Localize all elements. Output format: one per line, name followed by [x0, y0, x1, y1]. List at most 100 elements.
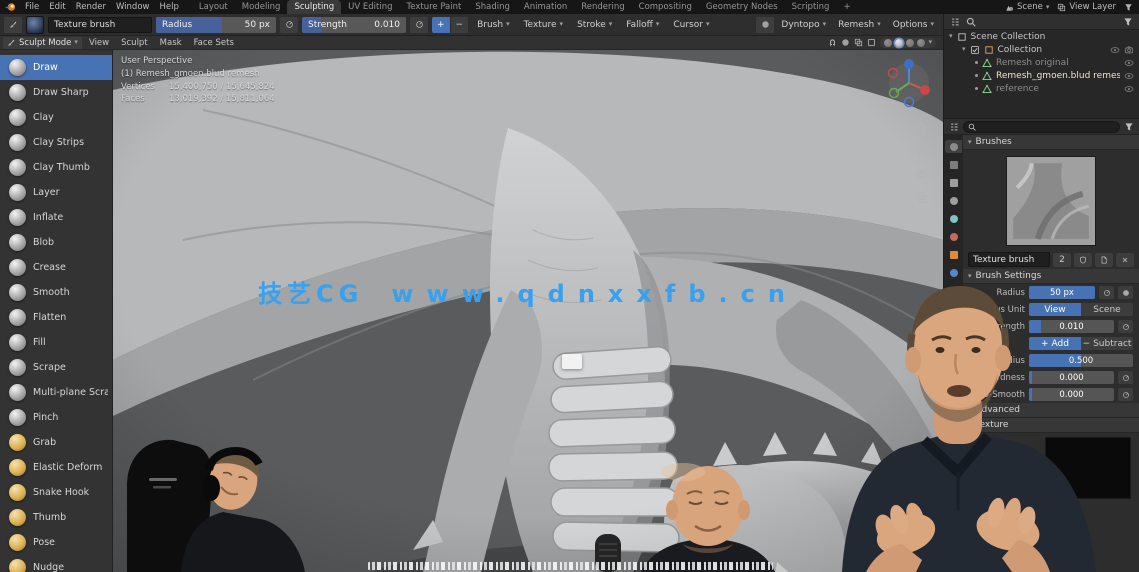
- strength-slider[interactable]: Strength 0.010: [302, 16, 406, 33]
- tool-item-elastic-deform[interactable]: Elastic Deform: [0, 455, 112, 480]
- workspace-tab-modeling[interactable]: Modeling: [235, 0, 288, 14]
- workspace-tab-rendering[interactable]: Rendering: [574, 0, 631, 14]
- scene-selector[interactable]: Scene ▾: [1005, 2, 1049, 12]
- mode-selector[interactable]: Sculpt Mode ▾: [3, 36, 82, 49]
- snap-magnet-icon[interactable]: [828, 38, 837, 47]
- properties-editor-icon[interactable]: [949, 122, 959, 132]
- brush-dropdown[interactable]: Brush ▾: [472, 20, 515, 30]
- users-count-button[interactable]: 2: [1053, 252, 1071, 267]
- tool-item-grab[interactable]: Grab: [0, 430, 112, 455]
- navigation-gizmo[interactable]: [887, 56, 931, 110]
- radius-pressure-button[interactable]: [280, 16, 298, 33]
- fake-user-button[interactable]: [1074, 252, 1092, 267]
- sphere-toggle-button[interactable]: [756, 16, 775, 33]
- tab-output[interactable]: [945, 176, 962, 189]
- editor-type-button[interactable]: [4, 16, 22, 33]
- workspace-tab-texture-paint[interactable]: Texture Paint: [400, 0, 469, 14]
- render-visibility-icon[interactable]: [1124, 45, 1134, 55]
- tool-item-layer[interactable]: Layer: [0, 180, 112, 205]
- tab-render[interactable]: [945, 158, 962, 171]
- active-brush-thumbnail[interactable]: [26, 15, 44, 34]
- tool-item-crease[interactable]: Crease: [0, 255, 112, 280]
- new-datablock-button[interactable]: [1095, 252, 1113, 267]
- menu-help[interactable]: Help: [154, 0, 183, 14]
- viewport-menu-view[interactable]: View: [84, 38, 114, 48]
- radius-extra-button[interactable]: [1118, 286, 1133, 299]
- hide-eye-icon[interactable]: [1110, 45, 1120, 55]
- overlays-toggle-icon[interactable]: [854, 38, 863, 47]
- workspace-tab-geometry-nodes[interactable]: Geometry Nodes: [699, 0, 785, 14]
- shading-rendered-button[interactable]: [917, 38, 926, 47]
- outliner-row-collection[interactable]: ▾ Collection: [944, 43, 1139, 56]
- menu-edit[interactable]: Edit: [44, 0, 70, 14]
- shading-wireframe-button[interactable]: [884, 38, 893, 47]
- remesh-dropdown[interactable]: Remesh ▾: [833, 20, 886, 30]
- outliner-display-mode-icon[interactable]: [950, 17, 960, 27]
- strength-pressure-button[interactable]: [410, 16, 428, 33]
- tool-item-draw[interactable]: Draw: [0, 55, 112, 80]
- auto-smooth-pressure-button[interactable]: [1118, 388, 1133, 401]
- stroke-dropdown[interactable]: Stroke ▾: [572, 20, 617, 30]
- ortho-grid-icon[interactable]: [915, 191, 928, 204]
- tool-item-blob[interactable]: Blob: [0, 230, 112, 255]
- brush-texture-preview[interactable]: [1006, 156, 1096, 246]
- outliner-row-scene-collection[interactable]: ▾ Scene Collection: [944, 30, 1139, 43]
- properties-search-input[interactable]: [963, 120, 1120, 133]
- menu-render[interactable]: Render: [71, 0, 111, 14]
- direction-subtract-button[interactable]: −: [450, 16, 469, 33]
- chevron-down-icon[interactable]: ▾: [928, 39, 932, 46]
- blender-logo-icon[interactable]: [4, 2, 17, 12]
- shading-material-button[interactable]: [906, 38, 915, 47]
- falloff-dropdown[interactable]: Falloff ▾: [621, 20, 664, 30]
- checkbox-icon[interactable]: [970, 45, 980, 55]
- workspace-tab-scripting[interactable]: Scripting: [785, 0, 837, 14]
- brush-datablock-name-field[interactable]: [968, 252, 1050, 267]
- camera-view-icon[interactable]: [915, 168, 928, 181]
- workspace-tab-animation[interactable]: Animation: [517, 0, 574, 14]
- filter-funnel-icon[interactable]: [1123, 17, 1133, 27]
- hide-eye-icon[interactable]: [1124, 71, 1134, 81]
- tool-item-snake-hook[interactable]: Snake Hook: [0, 480, 112, 505]
- unlink-button[interactable]: [1116, 252, 1134, 267]
- outliner-row-object-2[interactable]: reference: [944, 82, 1139, 95]
- options-dropdown[interactable]: Options ▾: [888, 20, 939, 30]
- dyntopo-dropdown[interactable]: Dyntopo ▾: [776, 20, 831, 30]
- pan-hand-icon[interactable]: [915, 145, 928, 158]
- tool-item-clay-thumb[interactable]: Clay Thumb: [0, 155, 112, 180]
- brushes-panel-header[interactable]: ▾ Brushes: [963, 135, 1139, 150]
- strength-pressure-button[interactable]: [1118, 320, 1133, 333]
- workspace-tab-uv-editing[interactable]: UV Editing: [341, 0, 399, 14]
- hide-eye-icon[interactable]: [1124, 84, 1134, 94]
- workspace-tab-shading[interactable]: Shading: [468, 0, 517, 14]
- direction-add-button[interactable]: +: [432, 16, 451, 33]
- brush-name-field[interactable]: [48, 16, 152, 33]
- hardness-pressure-button[interactable]: [1118, 371, 1133, 384]
- tab-view-layer[interactable]: [945, 194, 962, 207]
- zoom-icon[interactable]: [915, 122, 928, 135]
- menu-file[interactable]: File: [20, 0, 44, 14]
- tab-tool[interactable]: [945, 140, 962, 153]
- filter-funnel-icon[interactable]: [1124, 3, 1133, 12]
- tool-item-inflate[interactable]: Inflate: [0, 205, 112, 230]
- shading-solid-button[interactable]: [895, 38, 904, 47]
- viewport-menu-face-sets[interactable]: Face Sets: [189, 38, 239, 48]
- menu-window[interactable]: Window: [111, 0, 155, 14]
- tab-object[interactable]: [945, 248, 962, 261]
- gizmo-toggle-icon[interactable]: [841, 38, 850, 47]
- workspace-tab-compositing[interactable]: Compositing: [632, 0, 699, 14]
- filter-funnel-icon[interactable]: [1124, 122, 1134, 132]
- viewport-menu-sculpt[interactable]: Sculpt: [116, 38, 153, 48]
- tool-item-pinch[interactable]: Pinch: [0, 405, 112, 430]
- tool-item-clay-strips[interactable]: Clay Strips: [0, 130, 112, 155]
- tool-item-pose[interactable]: Pose: [0, 530, 112, 555]
- workspace-tab-add[interactable]: +: [836, 0, 857, 14]
- hide-eye-icon[interactable]: [1124, 58, 1134, 68]
- tool-item-nudge[interactable]: Nudge: [0, 555, 112, 572]
- tool-item-fill[interactable]: Fill: [0, 330, 112, 355]
- expand-caret-icon[interactable]: ▾: [949, 33, 953, 40]
- tab-world[interactable]: [945, 230, 962, 243]
- radius-slider[interactable]: Radius 50 px: [156, 16, 276, 33]
- workspace-tab-sculpting[interactable]: Sculpting: [287, 0, 342, 14]
- expand-caret-icon[interactable]: ▾: [962, 46, 966, 53]
- outliner-row-object-0[interactable]: Remesh original: [944, 56, 1139, 69]
